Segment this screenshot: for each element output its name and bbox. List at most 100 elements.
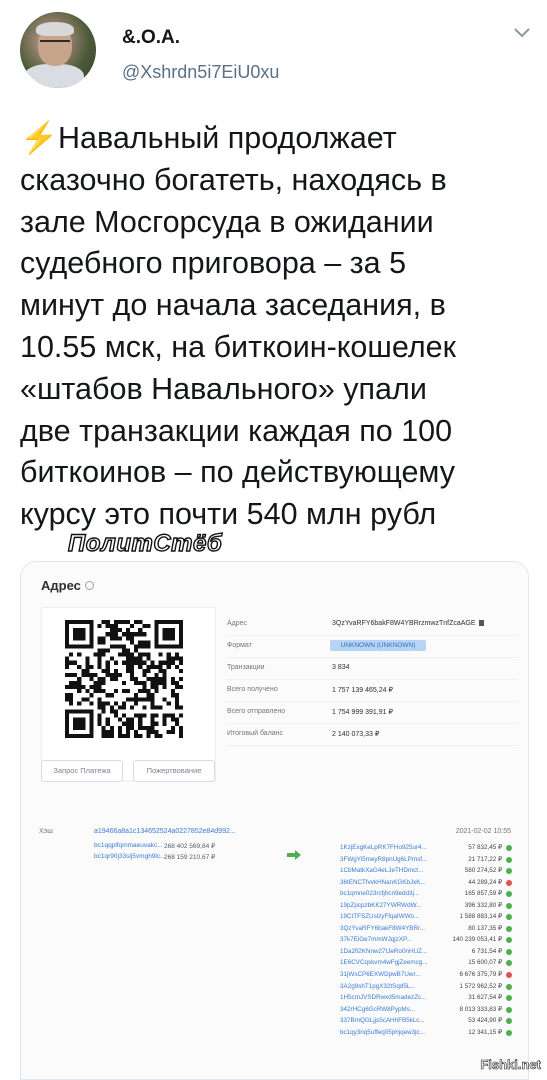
status-dot-icon (506, 925, 512, 932)
status-dot-icon (506, 937, 512, 944)
output-address-link[interactable]: 1KzjExgKeLpRK7FHo925ur4... (340, 844, 427, 851)
tweet-image[interactable]: Адрес Запрос Платежа Пожертвование Адрес… (20, 561, 529, 1080)
avatar-hair (36, 22, 74, 36)
output-amount: 21 717,22 ₽ (468, 855, 502, 863)
output-address-link[interactable]: 19CtTFSZUslzyFfqatWWo... (340, 913, 419, 920)
output-address-link[interactable]: 3FWgYi5meyR8pnUg6LPmsf... (340, 856, 427, 863)
transaction-header: Хэш a19466a8a1c134652524a0227852e84d992.… (39, 828, 511, 835)
output-address-link[interactable]: bc1qy3nq5uffeq05phjqew3jc... (340, 1029, 425, 1036)
tweet-body: Навальный продолжает сказочно богатеть, … (20, 121, 456, 532)
output-row: 342rHCg6GcRW8PypMs... 8 013 333,83 ₽ (340, 1006, 512, 1018)
address-details: Адрес 3QzYvaRFY6bakF8W4YBRrzmwzTnfZcaAGE… (227, 614, 519, 746)
output-amount: 6 676 375,79 ₽ (459, 971, 502, 979)
status-dot-icon (506, 983, 512, 990)
output-amount: 580 274,52 ₽ (464, 867, 502, 875)
output-amount: 15 600,07 ₽ (468, 959, 502, 967)
output-row: 1CbMatkXaG4eLJeTHDmct... 580 274,52 ₽ (340, 867, 512, 879)
status-dot-icon (506, 856, 512, 863)
address-value: 3QzYvaRFY6bakF8W4YBRrzmwzTnfZcaAGE (332, 620, 484, 627)
output-address-link[interactable]: bc1qmne023rcfjhcn9edd3j... (340, 890, 419, 897)
output-amount: 165 857,59 ₽ (464, 890, 502, 898)
output-address-link[interactable]: 3QzYvaRFY6bakF8W4YBRr... (340, 925, 425, 932)
status-dot-icon (506, 891, 512, 898)
detail-row-balance: Итоговый баланс 2 140 073,33 ₽ (227, 724, 519, 746)
qr-code (65, 620, 183, 738)
detail-row-address: Адрес 3QzYvaRFY6bakF8W4YBRrzmwzTnfZcaAGE (227, 614, 519, 636)
output-row: 19CtTFSZUslzyFfqatWWo... 1 588 883,14 ₽ (340, 913, 512, 925)
user-handle[interactable]: @Xshrdn5i7EiU0xu (122, 62, 279, 83)
output-row: 36tENCTfvvkHNanKGKbJxK... 44 289,24 ₽ (340, 879, 512, 891)
output-row: 1H5cmJVSDRwxd5madezZc... 31 627,54 ₽ (340, 994, 512, 1006)
output-row: 3QzYvaRFY6bakF8W4YBRr... 80 137,35 ₽ (340, 925, 512, 937)
output-row: 3A2g9shT1pgX32tSqd5L... 1 572 962,52 ₽ (340, 983, 512, 995)
detail-row-format: Формат UNKNOWN (UNKNOWN) (227, 636, 519, 658)
output-amount: 396 332,80 ₽ (464, 901, 502, 909)
qr-panel (41, 607, 216, 781)
output-amount: 12 341,15 ₽ (468, 1028, 502, 1036)
donation-button[interactable]: Пожертвование (133, 760, 215, 782)
transaction-hash-link[interactable]: a19466a8a1c134652524a0227852e84d992... (94, 828, 236, 835)
copy-icon[interactable] (478, 620, 484, 626)
status-dot-icon (506, 1018, 512, 1025)
source-watermark: Fishki.net (480, 1057, 541, 1073)
output-row: 1KzjExgKeLpRK7FHo925ur4... 57 832,45 ₽ (340, 844, 512, 856)
output-row: 1Da2fi2KNnw27tJeRo0nHUZ... 6 731,54 ₽ (340, 948, 512, 960)
output-amount: 31 627,54 ₽ (468, 994, 502, 1002)
avatar[interactable] (20, 12, 96, 88)
transaction-outputs: 1KzjExgKeLpRK7FHo925ur4... 57 832,45 ₽ 3FW… (340, 844, 512, 1040)
detail-row-transactions: Транзакции 3 834 (227, 658, 519, 680)
output-address-link[interactable]: 37k7EiGe7mmWJqjzXP... (340, 936, 412, 943)
avatar-glasses (40, 40, 70, 47)
output-row: 31jWsCP6EXWDpwB7Uwr... 6 676 375,79 ₽ (340, 971, 512, 983)
output-address-link[interactable]: 1H5cmJVSDRwxd5madezZc... (340, 994, 426, 1001)
output-address-link[interactable]: 1E6CVCqskvm4wFgjZeemcg... (340, 959, 427, 966)
status-dot-icon (506, 948, 512, 955)
detail-row-received: Всего получено 1 757 139 465,24 ₽ (227, 680, 519, 702)
output-address-link[interactable]: 31jWsCP6EXWDpwB7Uwr... (340, 971, 420, 978)
avatar-shirt (24, 64, 84, 88)
output-row: 37k7EiGe7mmWJqjzXP... 140 239 053,41 ₽ (340, 936, 512, 948)
display-name[interactable]: &.O.A. (122, 27, 180, 49)
output-address-link[interactable]: 1Da2fi2KNnw27tJeRo0nHUZ... (340, 948, 427, 955)
arrow-right-icon (287, 850, 301, 860)
output-row: 19pZpcpzbKK27YWRWdW... 396 332,80 ₽ (340, 902, 512, 914)
output-amount: 6 731,54 ₽ (471, 947, 502, 955)
info-icon (84, 581, 94, 590)
transaction-inputs: bc1qqplfqmmaeuvakc... 268 402 569,84 ₽ b… (94, 842, 294, 864)
output-amount: 44 289,24 ₽ (468, 878, 502, 886)
output-address-link[interactable]: 3A2g9shT1pgX32tSqd5L... (340, 983, 416, 990)
output-row: 337BmQGLjjs5cAHhFB5kLc... 53 424,90 ₽ (340, 1017, 512, 1029)
output-amount: 8 013 333,83 ₽ (459, 1005, 502, 1013)
output-address-link[interactable]: 337BmQGLjjs5cAHhFB5kLc... (340, 1017, 425, 1024)
watermark: ПолитСтёб (67, 529, 223, 557)
output-address-link[interactable]: 19pZpcpzbKK27YWRWdW... (340, 902, 421, 909)
status-dot-icon (506, 1006, 512, 1013)
output-amount: 53 424,90 ₽ (468, 1017, 502, 1025)
output-address-link[interactable]: 36tENCTfvvkHNanKGKbJxK... (340, 879, 426, 886)
output-address-link[interactable]: 342rHCg6GcRW8PypMs... (340, 1006, 415, 1013)
status-dot-icon (506, 902, 512, 909)
output-amount: 57 832,45 ₽ (468, 844, 502, 851)
chevron-down-icon[interactable] (513, 26, 531, 40)
status-dot-icon (506, 995, 512, 1002)
status-dot-icon (506, 879, 512, 886)
output-amount: 80 137,35 ₽ (468, 924, 502, 932)
output-row: bc1qmne023rcfjhcn9edd3j... 165 857,59 ₽ (340, 890, 512, 902)
output-amount: 140 239 053,41 ₽ (452, 936, 502, 944)
status-dot-icon (506, 960, 512, 967)
output-amount: 1 572 962,52 ₽ (459, 982, 502, 990)
status-dot-icon (506, 972, 512, 979)
status-dot-icon (506, 868, 512, 875)
input-row: bc1qqplfqmmaeuvakc... 268 402 569,84 ₽ (94, 842, 216, 850)
tweet-text: ⚡Навальный продолжает сказочно богатеть,… (20, 118, 540, 536)
output-row: bc1qy3nq5uffeq05phjqew3jc... 12 341,15 ₽ (340, 1029, 512, 1041)
detail-row-sent: Всего отправлено 1 754 999 391,91 ₽ (227, 702, 519, 724)
output-amount: 1 588 883,14 ₽ (459, 913, 502, 921)
output-address-link[interactable]: 1CbMatkXaG4eLJeTHDmct... (340, 867, 423, 874)
lightning-icon: ⚡ (20, 121, 58, 155)
status-dot-icon (506, 845, 512, 851)
status-dot-icon (506, 1029, 512, 1036)
output-row: 3FWgYi5meyR8pnUg6LPmsf... 21 717,22 ₽ (340, 856, 512, 868)
status-dot-icon (506, 914, 512, 921)
payment-request-button[interactable]: Запрос Платежа (41, 760, 123, 782)
